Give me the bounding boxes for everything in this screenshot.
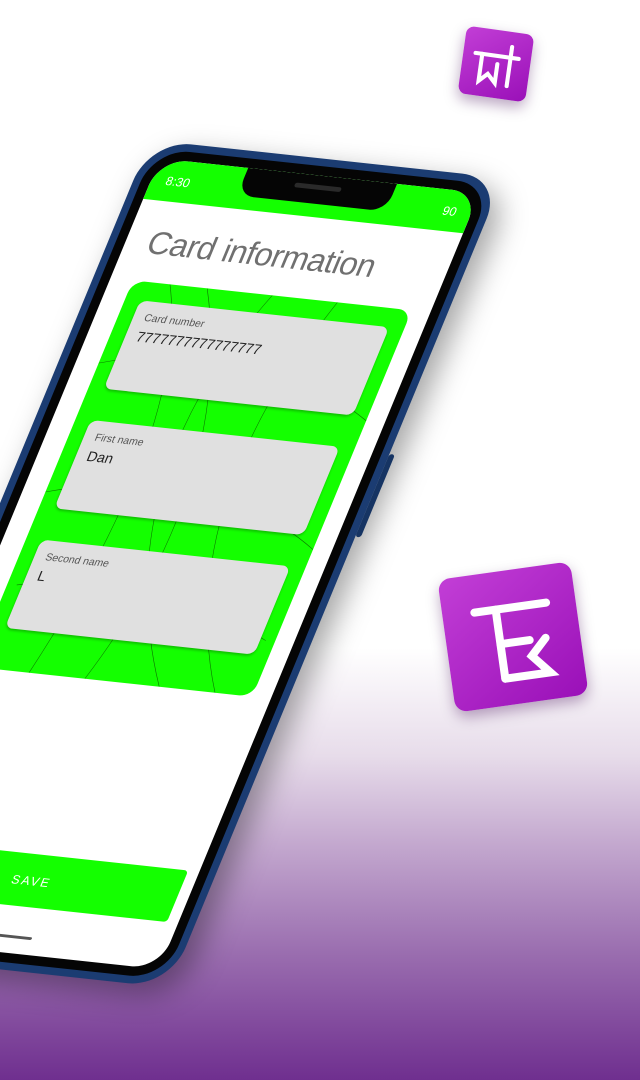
- save-button[interactable]: SAVE: [0, 839, 189, 923]
- first-name-label: First name: [92, 432, 146, 449]
- card-panel: Card number 7777777777777777 First name …: [0, 280, 412, 697]
- phone-mockup: 8:30 90 Card information Card number 777…: [0, 140, 520, 1040]
- card-number-value: 7777777777777777: [133, 329, 265, 359]
- app-logo-icon-small: [457, 25, 535, 103]
- card-number-label: Card number: [142, 312, 207, 331]
- second-name-label: Second name: [43, 551, 112, 570]
- phone-screen: 8:30 90 Card information Card number 777…: [0, 158, 480, 970]
- phone-device: 8:30 90 Card information Card number 777…: [0, 140, 504, 988]
- status-battery: 90: [440, 203, 460, 219]
- second-name-value: L: [34, 568, 49, 585]
- status-time: 8:30: [163, 173, 193, 190]
- home-indicator: [0, 932, 33, 941]
- page-title: Card information: [141, 225, 382, 285]
- first-name-value: Dan: [84, 448, 117, 468]
